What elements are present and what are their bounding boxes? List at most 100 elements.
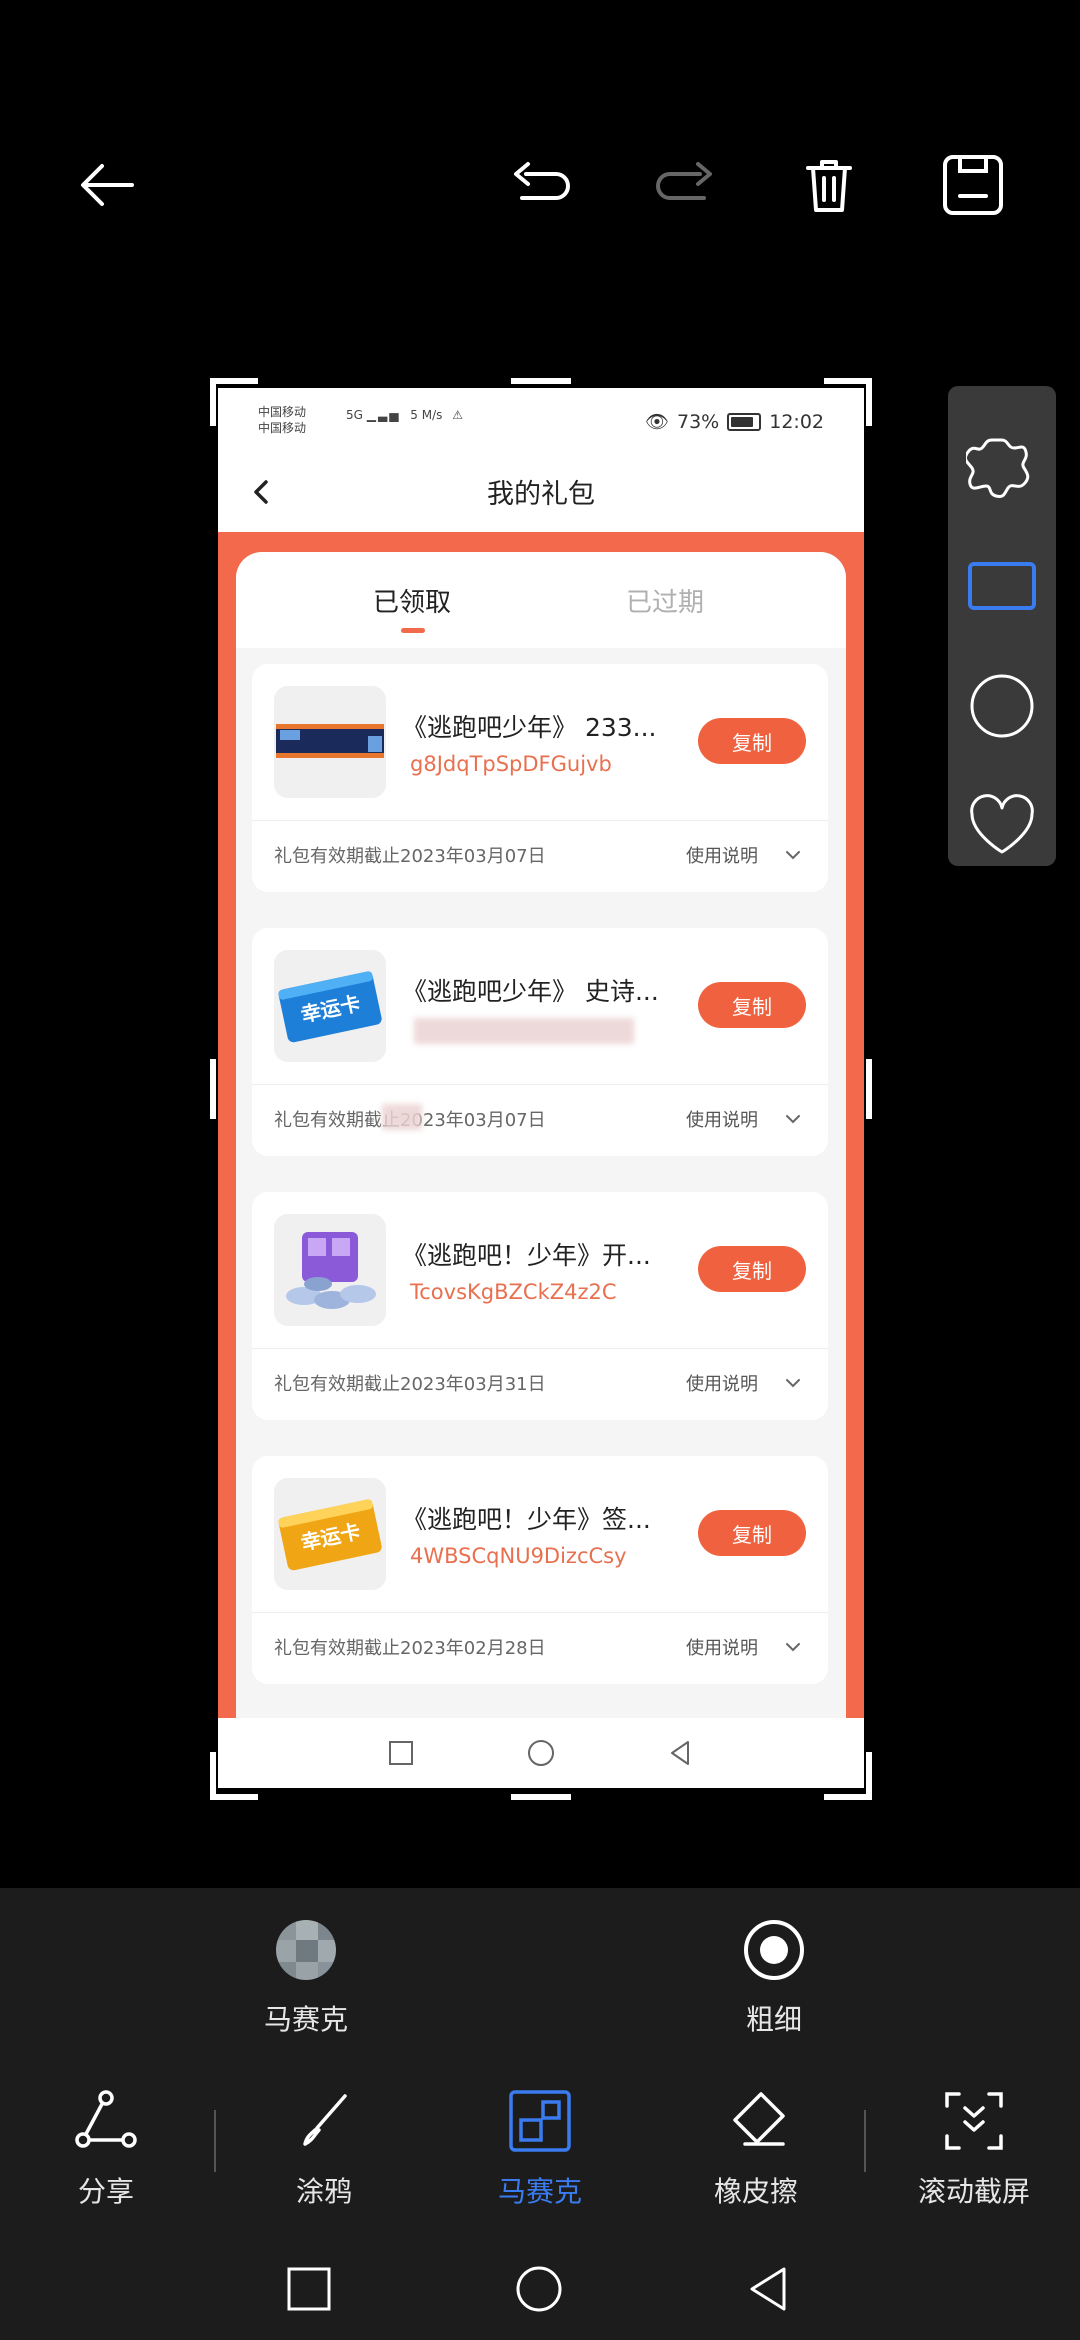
- crop-handle-right[interactable]: [866, 1059, 872, 1119]
- tool-eraser[interactable]: 橡皮擦: [676, 2086, 836, 2210]
- network-type: 5G: [346, 408, 363, 422]
- mosaic-overlay: [414, 1018, 634, 1044]
- save-icon[interactable]: [918, 130, 1028, 240]
- mosaic-style-label: 马赛克: [263, 2003, 348, 2036]
- thickness-label: 粗细: [745, 2003, 802, 2036]
- eye-icon: 👁: [644, 411, 669, 433]
- mosaic-overlay: [382, 1104, 422, 1130]
- gift-item: 《逃跑吧少年》 233... g8JdqTpSpDFGujvb 复制 礼包有效期…: [252, 664, 828, 892]
- thickness-option[interactable]: 粗细: [694, 1918, 854, 2038]
- tab-claimed[interactable]: 已领取: [373, 582, 451, 619]
- puzzle-shape-icon[interactable]: [962, 426, 1042, 506]
- usage-link[interactable]: 使用说明: [686, 842, 758, 868]
- gift-item: 幸运卡 《逃跑吧少年》 史诗... 复制 礼包有效期截止2023年03月07日 …: [252, 928, 828, 1156]
- editor-toolbar: [0, 130, 1080, 240]
- gift-code[interactable]: g8JdqTpSpDFGujvb: [410, 752, 612, 776]
- eraser-icon: [733, 2092, 785, 2146]
- usage-link[interactable]: 使用说明: [686, 1634, 758, 1660]
- tool-doodle[interactable]: 涂鸦: [244, 2086, 404, 2210]
- inner-nav-bar: [218, 1718, 864, 1788]
- carrier-2: 中国移动: [258, 421, 307, 435]
- net-speed: 5 M/s: [410, 408, 443, 422]
- usage-link[interactable]: 使用说明: [686, 1370, 758, 1396]
- gift-expiry: 礼包有效期截止2023年03月31日: [274, 1374, 546, 1395]
- tool-label: 滚动截屏: [917, 2175, 1030, 2208]
- tool-share[interactable]: 分享: [26, 2086, 186, 2210]
- back-icon[interactable]: [744, 2264, 794, 2314]
- delete-icon[interactable]: [774, 130, 884, 240]
- battery-icon: [727, 412, 762, 431]
- copy-button[interactable]: 复制: [698, 718, 806, 764]
- gift-thumbnail: 幸运卡: [274, 950, 386, 1062]
- shape-palette: [948, 386, 1056, 866]
- tab-bar: 已领取 已过期: [236, 552, 846, 648]
- crop-handle-left[interactable]: [210, 1059, 216, 1119]
- thickness-icon: [744, 1920, 804, 1980]
- divider: [252, 1612, 828, 1613]
- copy-button[interactable]: 复制: [698, 982, 806, 1028]
- gift-code[interactable]: TcovsKgBZCkZ4z2C: [410, 1280, 617, 1304]
- gift-code[interactable]: 4WBSCqNU9DizcCsy: [410, 1544, 627, 1568]
- gift-container: 已领取 已过期 《逃跑吧少年》 233... g8JdqTpSpDFGujvb …: [236, 552, 846, 1788]
- chevron-down-icon[interactable]: [784, 1374, 802, 1392]
- gift-thumbnail: 幸运卡: [274, 1478, 386, 1590]
- crop-frame[interactable]: 中国移动 中国移动 5G ▁▃▅ 5 M/s ⚠ 👁 73% 12:02 我的礼…: [210, 378, 872, 1800]
- gift-thumbnail: [274, 686, 386, 798]
- tool-label: 涂鸦: [295, 2175, 352, 2208]
- brush-icon: [303, 2094, 347, 2146]
- recents-icon: [389, 1741, 413, 1765]
- tool-mosaic[interactable]: 马赛克: [460, 2086, 620, 2210]
- home-icon[interactable]: [514, 2264, 564, 2314]
- rectangle-shape-icon[interactable]: [962, 546, 1042, 626]
- warning-icon: ⚠: [452, 408, 463, 422]
- chevron-down-icon[interactable]: [784, 1110, 802, 1128]
- crop-handle-br[interactable]: [824, 1794, 872, 1800]
- crop-handle-tl[interactable]: [210, 378, 216, 426]
- chevron-down-icon[interactable]: [784, 1638, 802, 1656]
- copy-button[interactable]: 复制: [698, 1246, 806, 1292]
- crop-handle-top[interactable]: [511, 378, 571, 384]
- tab-expired[interactable]: 已过期: [626, 582, 704, 619]
- lucky-card-gold-icon: 幸运卡: [274, 1478, 386, 1590]
- carrier-labels: 中国移动 中国移动: [258, 404, 306, 436]
- tool-scroll-screenshot[interactable]: 滚动截屏: [894, 2086, 1054, 2210]
- status-bar: 中国移动 中国移动 5G ▁▃▅ 5 M/s ⚠ 👁 73% 12:02: [218, 388, 864, 452]
- mosaic-icon: [509, 2090, 571, 2152]
- gift-expiry: 礼包有效期截止2023年02月28日: [274, 1638, 546, 1659]
- divider: [252, 820, 828, 821]
- tool-label: 橡皮擦: [713, 2175, 798, 2208]
- chevron-down-icon[interactable]: [784, 846, 802, 864]
- crop-handle-tr[interactable]: [866, 378, 872, 426]
- gift-title: 《逃跑吧少年》 233...: [402, 713, 657, 742]
- page-background: 已领取 已过期 《逃跑吧少年》 233... g8JdqTpSpDFGujvb …: [218, 532, 864, 1788]
- undo-icon[interactable]: [486, 130, 596, 240]
- mosaic-swatch-icon: [276, 1920, 336, 1980]
- crop-handle-tl[interactable]: [210, 378, 258, 384]
- redo-icon[interactable]: [630, 130, 740, 240]
- crop-handle-tr[interactable]: [824, 378, 872, 384]
- divider: [252, 1084, 828, 1085]
- banner-image-icon: [274, 686, 386, 798]
- back-arrow-icon[interactable]: [52, 130, 162, 240]
- crop-handle-bl[interactable]: [210, 1752, 216, 1800]
- crop-handle-bottom[interactable]: [511, 1794, 571, 1800]
- home-icon: [528, 1740, 554, 1766]
- share-icon: [75, 2090, 137, 2148]
- clock: 12:02: [769, 410, 824, 433]
- gift-title: 《逃跑吧！少年》签...: [402, 1505, 651, 1534]
- mosaic-style-option[interactable]: 马赛克: [226, 1918, 386, 2038]
- divider: [252, 1348, 828, 1349]
- gift-title: 《逃跑吧！少年》开...: [402, 1241, 651, 1270]
- editor-bottom-panel: 马赛克 粗细 分享 涂鸦 马赛克 橡皮擦 滚动截屏: [0, 1888, 1080, 2340]
- heart-shape-icon[interactable]: [962, 786, 1042, 866]
- lucky-card-blue-icon: 幸运卡: [274, 950, 386, 1062]
- copy-button[interactable]: 复制: [698, 1510, 806, 1556]
- tool-separator: [864, 2110, 866, 2172]
- crop-handle-br[interactable]: [866, 1752, 872, 1800]
- page-title: 我的礼包: [487, 479, 595, 510]
- screenshot-preview: 中国移动 中国移动 5G ▁▃▅ 5 M/s ⚠ 👁 73% 12:02 我的礼…: [218, 388, 864, 1788]
- circle-shape-icon[interactable]: [962, 666, 1042, 746]
- recents-icon[interactable]: [284, 2264, 334, 2314]
- crop-handle-bl[interactable]: [210, 1794, 258, 1800]
- usage-link[interactable]: 使用说明: [686, 1106, 758, 1132]
